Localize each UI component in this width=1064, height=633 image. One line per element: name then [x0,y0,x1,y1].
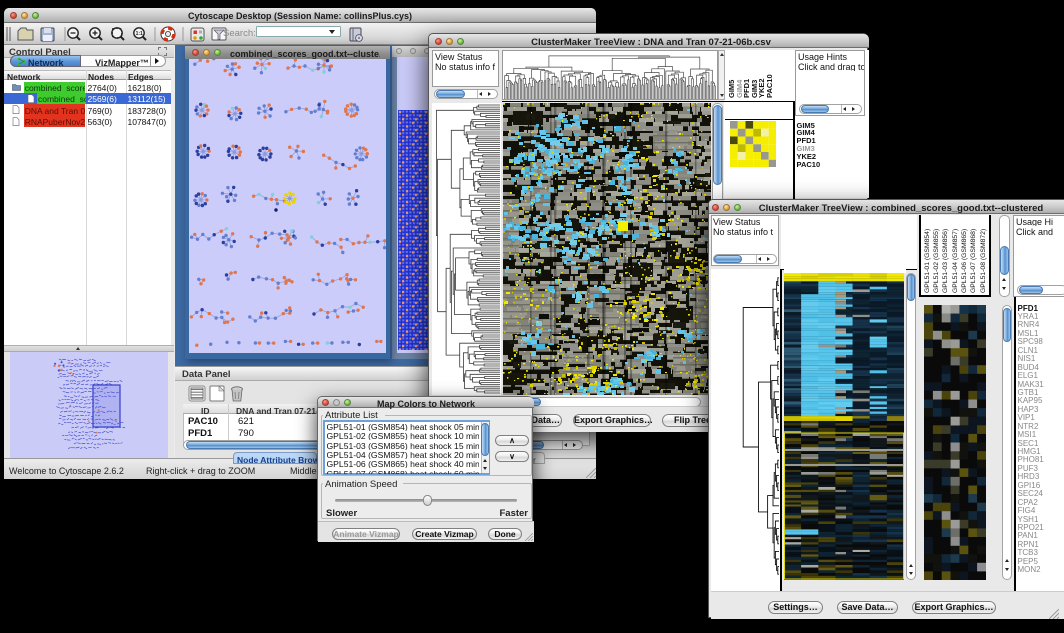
svg-text:1:1: 1:1 [136,31,143,37]
